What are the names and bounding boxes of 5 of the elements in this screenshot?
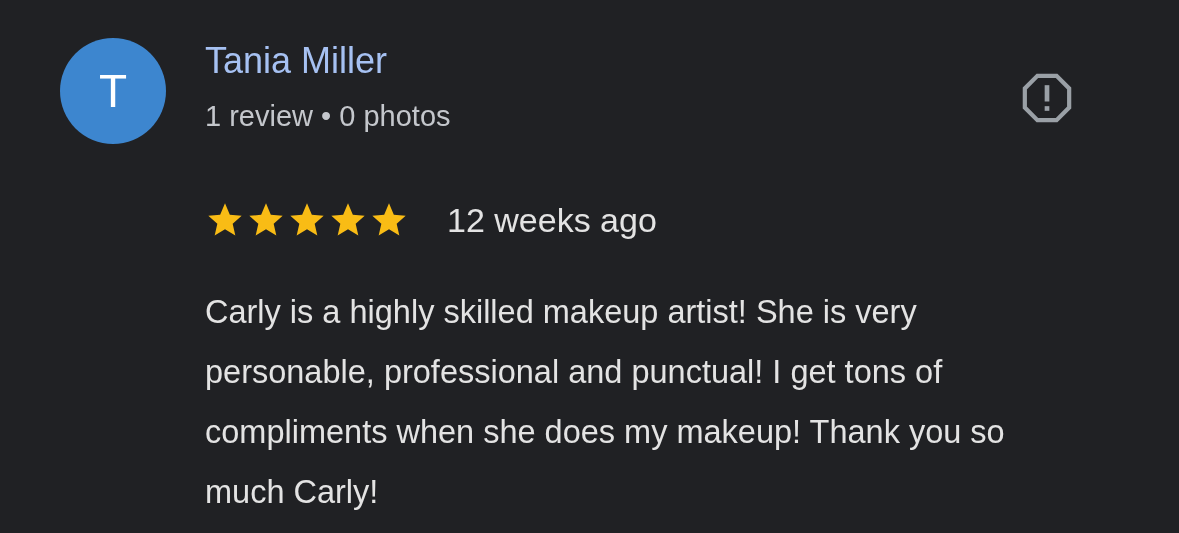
reviewer-stats: 1 review • 0 photos (205, 99, 451, 134)
reviewer-name[interactable]: Tania Miller (205, 38, 451, 84)
avatar: T (60, 38, 166, 144)
review-time: 12 weeks ago (447, 200, 657, 241)
review-text: Carly is a highly skilled makeup artist! She is very personable, professional and punctual! I get tons of compliments when she does my makeup! Thank you so much Carly! (205, 293, 1006, 512)
